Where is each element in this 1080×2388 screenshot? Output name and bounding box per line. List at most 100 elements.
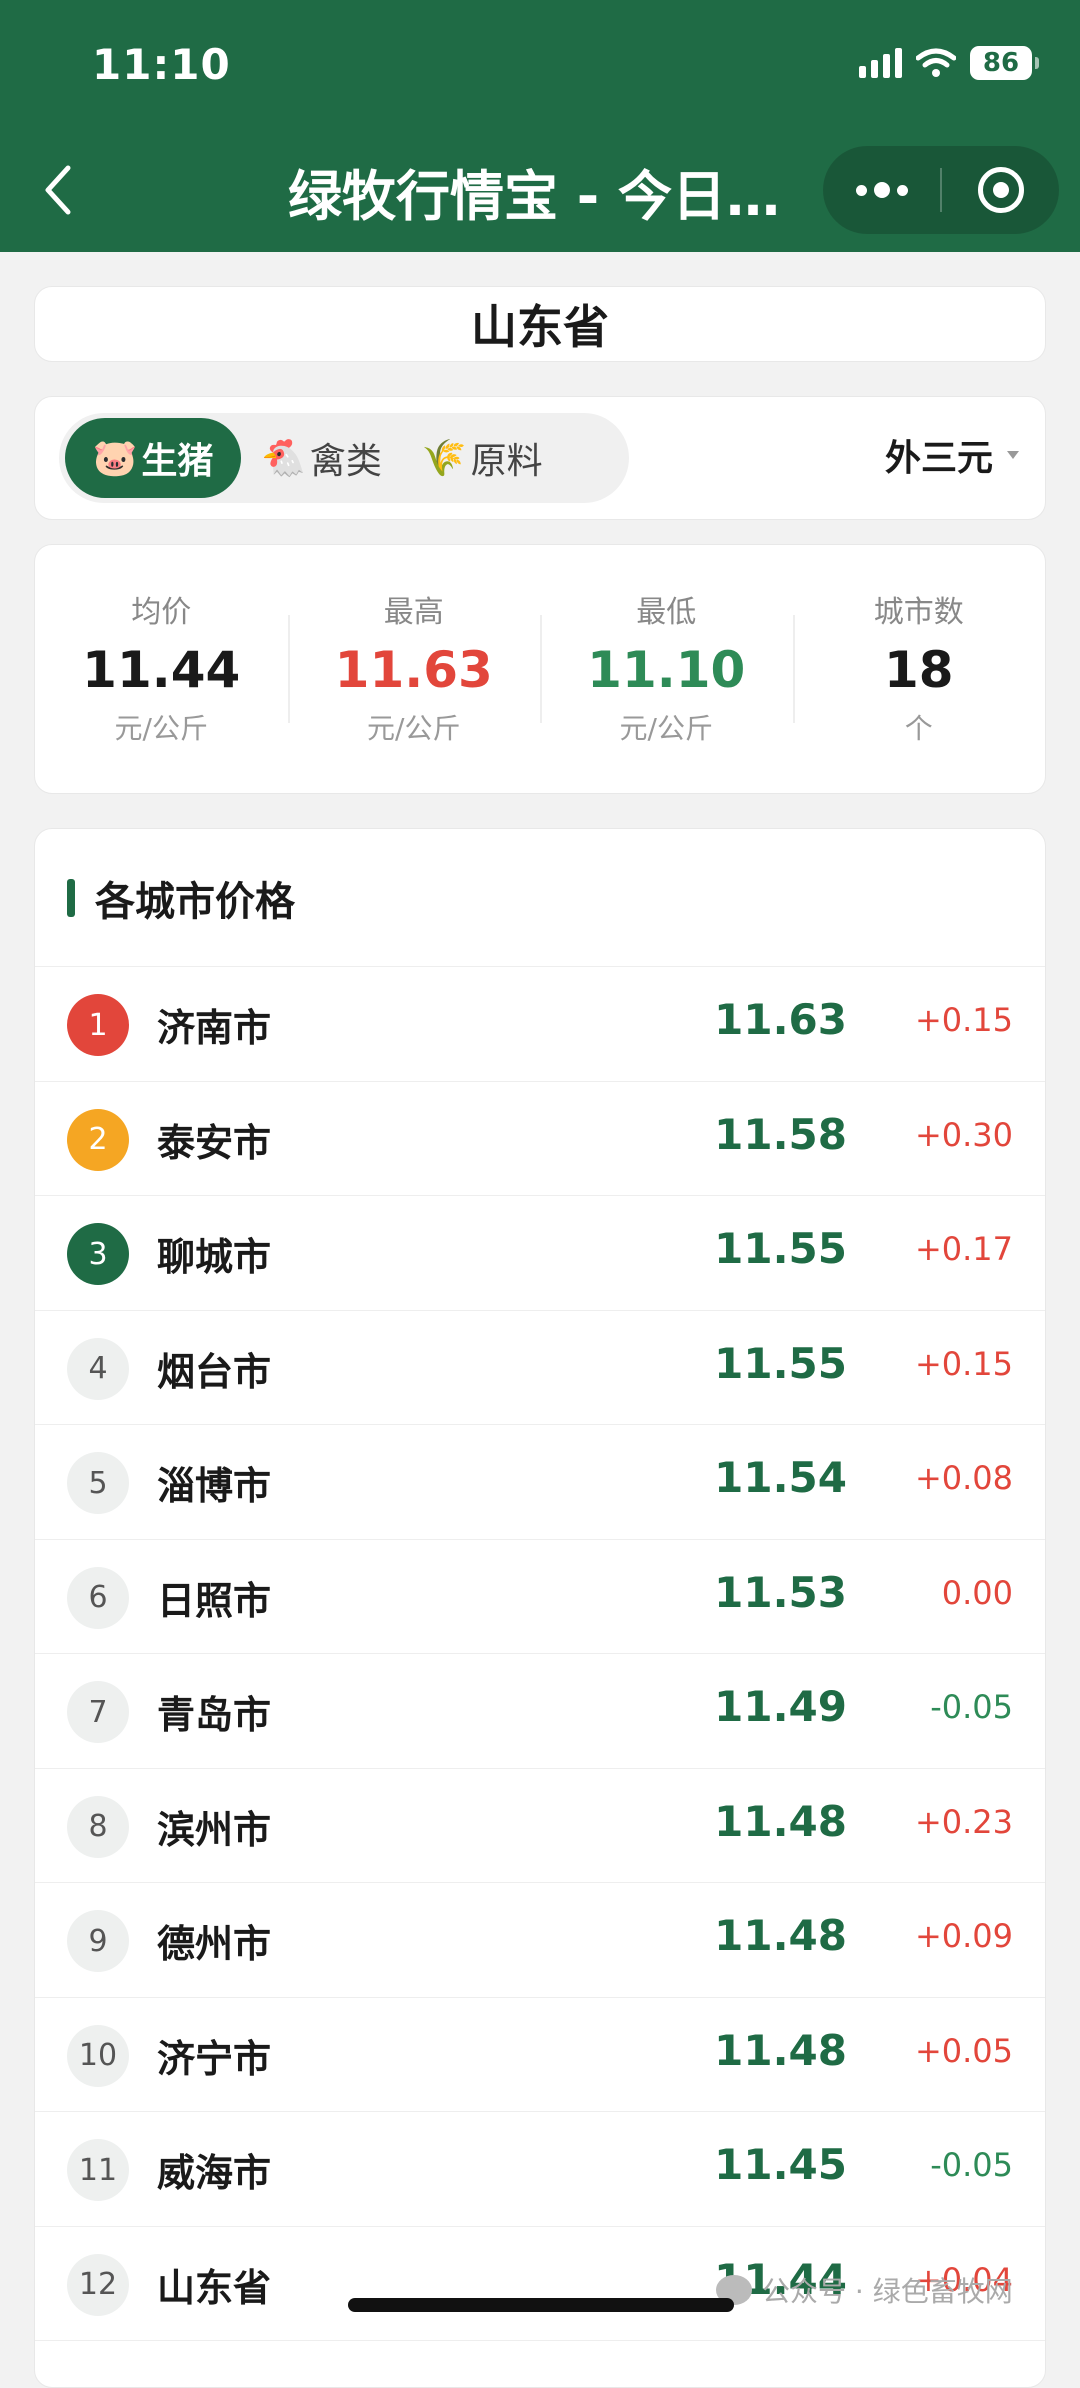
stat-average: 均价 11.44 元/公斤 xyxy=(35,545,288,793)
breed-value: 外三元 xyxy=(884,438,993,479)
wifi-icon xyxy=(916,48,956,77)
table-row[interactable]: 6 日照市 11.53 0.00 xyxy=(35,1540,1045,1654)
stat-unit: 元/公斤 xyxy=(619,712,713,745)
city-name: 山东省 xyxy=(157,2265,272,2310)
rank-badge: 4 xyxy=(67,1337,129,1400)
price-change: -0.05 xyxy=(930,1688,1013,1726)
rank-badge: 8 xyxy=(67,1795,129,1858)
rank-badge: 9 xyxy=(67,1910,129,1972)
table-row[interactable]: 11 威海市 11.45 -0.05 xyxy=(35,2112,1045,2227)
city-name: 德州市 xyxy=(157,1922,272,1966)
city-price-list: 各城市价格 1 济南市 11.63 +0.15 2 泰安市 11.58 +0.30 3 聊城市 11… xyxy=(34,828,1046,2388)
city-name: 聊城市 xyxy=(157,1235,272,1279)
city-price: 11.54 xyxy=(714,1453,847,1502)
category-card: 🐷 生猪 🐔 禽类 🌾 原料 外三元 xyxy=(34,396,1046,520)
more-button[interactable] xyxy=(823,146,940,234)
grain-icon: 🌾 xyxy=(421,438,467,479)
back-arrow-icon[interactable] xyxy=(40,160,80,220)
city-name: 日照市 xyxy=(157,1578,272,1623)
province-name: 山东省 xyxy=(471,300,609,354)
stat-value: 18 xyxy=(883,641,954,699)
stat-value: 11.63 xyxy=(334,641,493,699)
chevron-down-icon xyxy=(1007,451,1019,459)
price-change: +0.08 xyxy=(914,1459,1013,1497)
status-time: 11:10 xyxy=(92,40,231,89)
stat-value: 11.10 xyxy=(587,641,746,699)
stat-label: 均价 xyxy=(131,595,192,630)
table-row[interactable]: 3 聊城市 11.55 +0.17 xyxy=(35,1196,1045,1311)
price-summary: 均价 11.44 元/公斤 最高 11.63 元/公斤 最低 11.10 元/公… xyxy=(34,544,1046,794)
city-name: 济南市 xyxy=(157,1006,272,1050)
table-row[interactable]: 4 烟台市 11.55 +0.15 xyxy=(35,1311,1045,1425)
table-row[interactable]: 2 泰安市 11.58 +0.30 xyxy=(35,1082,1045,1196)
price-change: 0.00 xyxy=(941,1573,1013,1612)
stat-label: 最高 xyxy=(383,595,444,630)
city-name: 济宁市 xyxy=(157,2036,272,2081)
tab-label: 生猪 xyxy=(141,441,214,482)
city-price: 11.58 xyxy=(714,1109,847,1159)
city-price: 11.48 xyxy=(714,1911,847,1960)
stat-unit: 元/公斤 xyxy=(114,712,208,745)
breed-dropdown[interactable]: 外三元 xyxy=(885,429,1019,481)
category-tabs: 🐷 生猪 🐔 禽类 🌾 原料 xyxy=(59,413,629,503)
stat-unit: 个 xyxy=(904,712,933,745)
city-name: 泰安市 xyxy=(157,1120,272,1165)
price-change: +0.15 xyxy=(914,1001,1013,1039)
city-price: 11.48 xyxy=(714,2025,847,2075)
mini-program-capsule xyxy=(823,146,1059,234)
table-row[interactable]: 5 淄博市 11.54 +0.08 xyxy=(35,1425,1045,1540)
rank-badge: 7 xyxy=(67,1681,129,1743)
table-row[interactable]: 7 青岛市 11.49 -0.05 xyxy=(35,1654,1045,1769)
pig-icon: 🐷 xyxy=(92,438,138,479)
province-selector[interactable]: 山东省 xyxy=(34,286,1046,362)
rank-badge: 5 xyxy=(67,1452,129,1514)
city-name: 青岛市 xyxy=(157,1693,272,1737)
table-row[interactable]: 1 济南市 11.63 +0.15 xyxy=(35,967,1045,1082)
signal-icon xyxy=(859,48,902,78)
city-name: 淄博市 xyxy=(157,1464,272,1508)
rank-badge: 1 xyxy=(67,994,129,1056)
price-change: +0.09 xyxy=(914,1917,1013,1955)
city-price: 11.49 xyxy=(714,1682,847,1731)
rows-container: 1 济南市 11.63 +0.15 2 泰安市 11.58 +0.30 3 聊城市 11.55 +0.… xyxy=(35,967,1045,2341)
table-row[interactable]: 10 济宁市 11.48 +0.05 xyxy=(35,1998,1045,2112)
tab-hog[interactable]: 🐷 生猪 xyxy=(65,418,241,498)
city-price: 11.55 xyxy=(714,1338,847,1388)
city-name: 滨州市 xyxy=(157,1807,272,1852)
table-row[interactable]: 9 德州市 11.48 +0.09 xyxy=(35,1883,1045,1998)
stat-label: 城市数 xyxy=(873,595,964,630)
stat-unit: 元/公斤 xyxy=(367,712,461,745)
city-price: 11.45 xyxy=(714,2140,847,2189)
battery-icon: 86 xyxy=(970,46,1039,80)
stat-value: 11.44 xyxy=(82,641,241,699)
city-price: 11.55 xyxy=(714,1224,847,1273)
home-indicator[interactable] xyxy=(348,2298,734,2312)
close-program-button[interactable] xyxy=(942,146,1059,234)
status-icons: 86 xyxy=(859,46,1039,80)
tab-label: 原料 xyxy=(470,441,543,482)
top-bar: 11:10 86 绿牧行情宝 - 今日… xyxy=(0,0,1080,252)
rank-badge: 6 xyxy=(67,1566,129,1629)
page-title: 绿牧行情宝 - 今日… xyxy=(288,165,781,228)
tab-feed[interactable]: 🌾 原料 xyxy=(402,418,563,498)
city-name: 烟台市 xyxy=(157,1349,272,1394)
price-change: +0.15 xyxy=(914,1344,1013,1383)
table-row[interactable]: 8 滨州市 11.48 +0.23 xyxy=(35,1769,1045,1883)
battery-level: 86 xyxy=(982,48,1020,78)
target-icon xyxy=(977,167,1024,213)
price-change: +0.30 xyxy=(914,1115,1013,1154)
city-price: 11.53 xyxy=(714,1567,847,1617)
more-dots-icon xyxy=(855,182,908,198)
city-name: 威海市 xyxy=(157,2151,272,2195)
chicken-icon: 🐔 xyxy=(261,438,306,479)
watermark-text: 公众号 · 绿色畜牧网 xyxy=(762,2275,1013,2308)
price-change: +0.17 xyxy=(914,1230,1013,1268)
city-price: 11.63 xyxy=(714,995,847,1044)
tab-poultry[interactable]: 🐔 禽类 xyxy=(241,418,402,498)
stat-label: 最低 xyxy=(636,595,697,630)
rank-badge: 2 xyxy=(67,1108,129,1171)
rank-badge: 12 xyxy=(67,2253,129,2316)
rank-badge: 10 xyxy=(67,2024,129,2087)
price-change: +0.23 xyxy=(914,1802,1013,1841)
price-change: +0.05 xyxy=(914,2031,1013,2070)
